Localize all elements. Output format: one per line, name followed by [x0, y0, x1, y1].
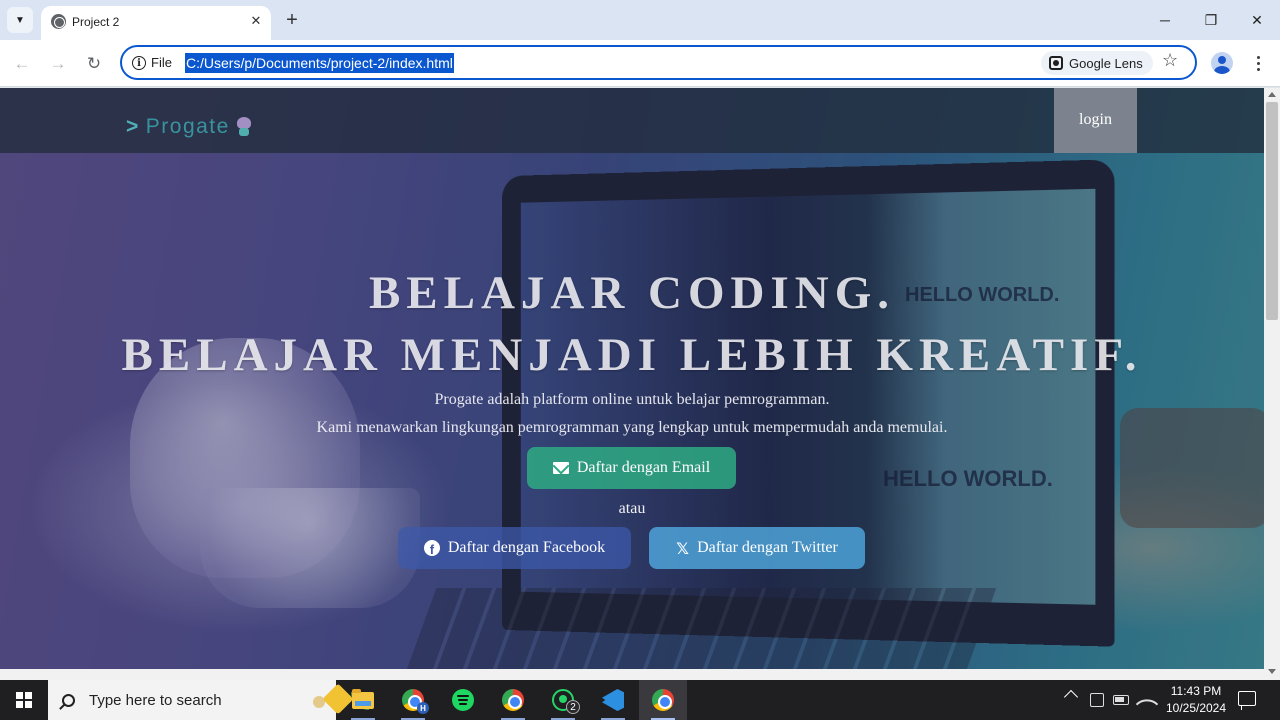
clock-time: 11:43 PM — [1170, 684, 1222, 698]
signup-facebook-label: Daftar dengan Facebook — [447, 539, 606, 556]
scroll-down-icon[interactable] — [1268, 669, 1276, 674]
reload-button[interactable]: ↻ — [82, 52, 106, 76]
tab-project-2[interactable]: Project 2 ✕ — [41, 6, 271, 40]
chrome-active-app[interactable] — [639, 680, 687, 720]
folder-icon — [352, 688, 374, 709]
or-separator: atau — [618, 500, 646, 517]
signup-facebook-button[interactable]: f Daftar dengan Facebook — [398, 527, 631, 569]
close-window-button[interactable]: ✕ — [1234, 0, 1280, 40]
headline-primary: BELAJAR CODING. — [368, 267, 896, 319]
profile-badge: H — [417, 702, 429, 714]
ninja-mascot-icon — [236, 117, 252, 137]
show-hidden-icons-chevron-icon[interactable] — [1063, 689, 1079, 705]
site-header: > Progate login — [0, 88, 1264, 153]
spotify-icon — [452, 689, 474, 711]
start-button[interactable] — [0, 680, 48, 720]
logo-text: Progate — [145, 115, 230, 138]
facebook-icon: f — [423, 540, 440, 556]
hero-description-2: Kami menawarkan lingkungan pemrogramman … — [316, 419, 948, 436]
file-scheme-label[interactable]: File — [151, 55, 172, 70]
forward-button[interactable]: → — [46, 52, 70, 76]
back-button[interactable]: ← — [10, 52, 34, 76]
network-icon[interactable] — [1090, 693, 1104, 707]
lens-icon — [1049, 56, 1063, 70]
arrow-right-icon: → — [49, 54, 67, 73]
windows-taskbar: Type here to search H 2 11:43 PM 10/25/2… — [0, 680, 1280, 720]
login-button[interactable]: login — [1054, 88, 1137, 153]
site-info-icon[interactable]: i — [132, 56, 146, 70]
star-icon[interactable]: ☆ — [1162, 50, 1178, 71]
headline-secondary: BELAJAR MENJADI LEBIH KREATIF. — [121, 329, 1143, 381]
signup-email-label: Daftar dengan Email — [576, 459, 711, 476]
address-bar[interactable]: i File C:/Users/p/Documents/project-2/in… — [120, 45, 1197, 80]
vscode-icon — [602, 689, 624, 711]
file-explorer-app[interactable] — [339, 680, 387, 720]
google-lens-button[interactable]: Google Lens — [1041, 51, 1153, 75]
vscode-app[interactable] — [589, 680, 637, 720]
progate-logo[interactable]: > Progate — [126, 115, 252, 139]
close-tab-icon[interactable]: ✕ — [247, 12, 265, 30]
page-viewport: HELLO WORLD. HELLO WORLD. > Progate logi… — [0, 88, 1264, 669]
new-tab-button[interactable]: + — [280, 8, 304, 32]
whatsapp-app[interactable]: 2 — [539, 680, 587, 720]
signup-twitter-label: Daftar dengan Twitter — [697, 539, 838, 556]
chrome-icon — [652, 689, 674, 711]
scrollbar-thumb[interactable] — [1266, 102, 1278, 320]
chrome-app[interactable] — [489, 680, 537, 720]
notification-count-badge: 2 — [566, 700, 580, 714]
minimize-button[interactable]: ─ — [1142, 0, 1188, 40]
wifi-icon[interactable] — [1135, 692, 1159, 716]
browser-toolbar: ← → ↻ i File C:/Users/p/Documents/projec… — [0, 40, 1280, 87]
restore-button[interactable]: ❐ — [1188, 0, 1234, 40]
battery-icon[interactable] — [1113, 695, 1129, 705]
tab-title: Project 2 — [72, 15, 120, 29]
spotify-app[interactable] — [439, 680, 487, 720]
taskbar-clock[interactable]: 11:43 PM 10/25/2024 — [1157, 683, 1235, 717]
chrome-icon — [502, 689, 524, 711]
windows-logo-icon — [16, 692, 32, 708]
taskbar-search-placeholder: Type here to search — [89, 691, 222, 709]
chrome-profile-app[interactable]: H — [389, 680, 437, 720]
reload-icon: ↻ — [86, 54, 102, 73]
tab-search-button[interactable]: ▼ — [7, 7, 33, 33]
tab-strip: ▼ Project 2 ✕ + ─ ❐ ✕ — [0, 0, 1280, 40]
signup-twitter-button[interactable]: 𝕏 Daftar dengan Twitter — [649, 527, 865, 569]
profile-avatar-icon[interactable] — [1211, 52, 1233, 74]
search-icon — [62, 693, 75, 707]
horizontal-scrollbar[interactable] — [0, 669, 1264, 680]
clock-date: 10/25/2024 — [1165, 701, 1227, 715]
x-icon: 𝕏 — [676, 538, 690, 558]
envelope-icon — [552, 462, 569, 474]
arrow-left-icon: ← — [13, 54, 31, 73]
hero-description-1: Progate adalah platform online untuk bel… — [434, 391, 830, 408]
url-text[interactable]: C:/Users/p/Documents/project-2/index.htm… — [185, 53, 454, 73]
taskbar-search-box[interactable]: Type here to search — [48, 680, 369, 720]
browser-menu-button[interactable] — [1250, 52, 1266, 74]
notifications-icon[interactable] — [1238, 691, 1256, 710]
scroll-up-icon[interactable] — [1268, 92, 1276, 97]
chevron-right-icon: > — [126, 115, 140, 138]
google-lens-label: Google Lens — [1069, 55, 1143, 71]
vertical-scrollbar[interactable] — [1264, 88, 1280, 680]
globe-icon — [51, 14, 66, 29]
signup-email-button[interactable]: Daftar dengan Email — [527, 447, 736, 489]
